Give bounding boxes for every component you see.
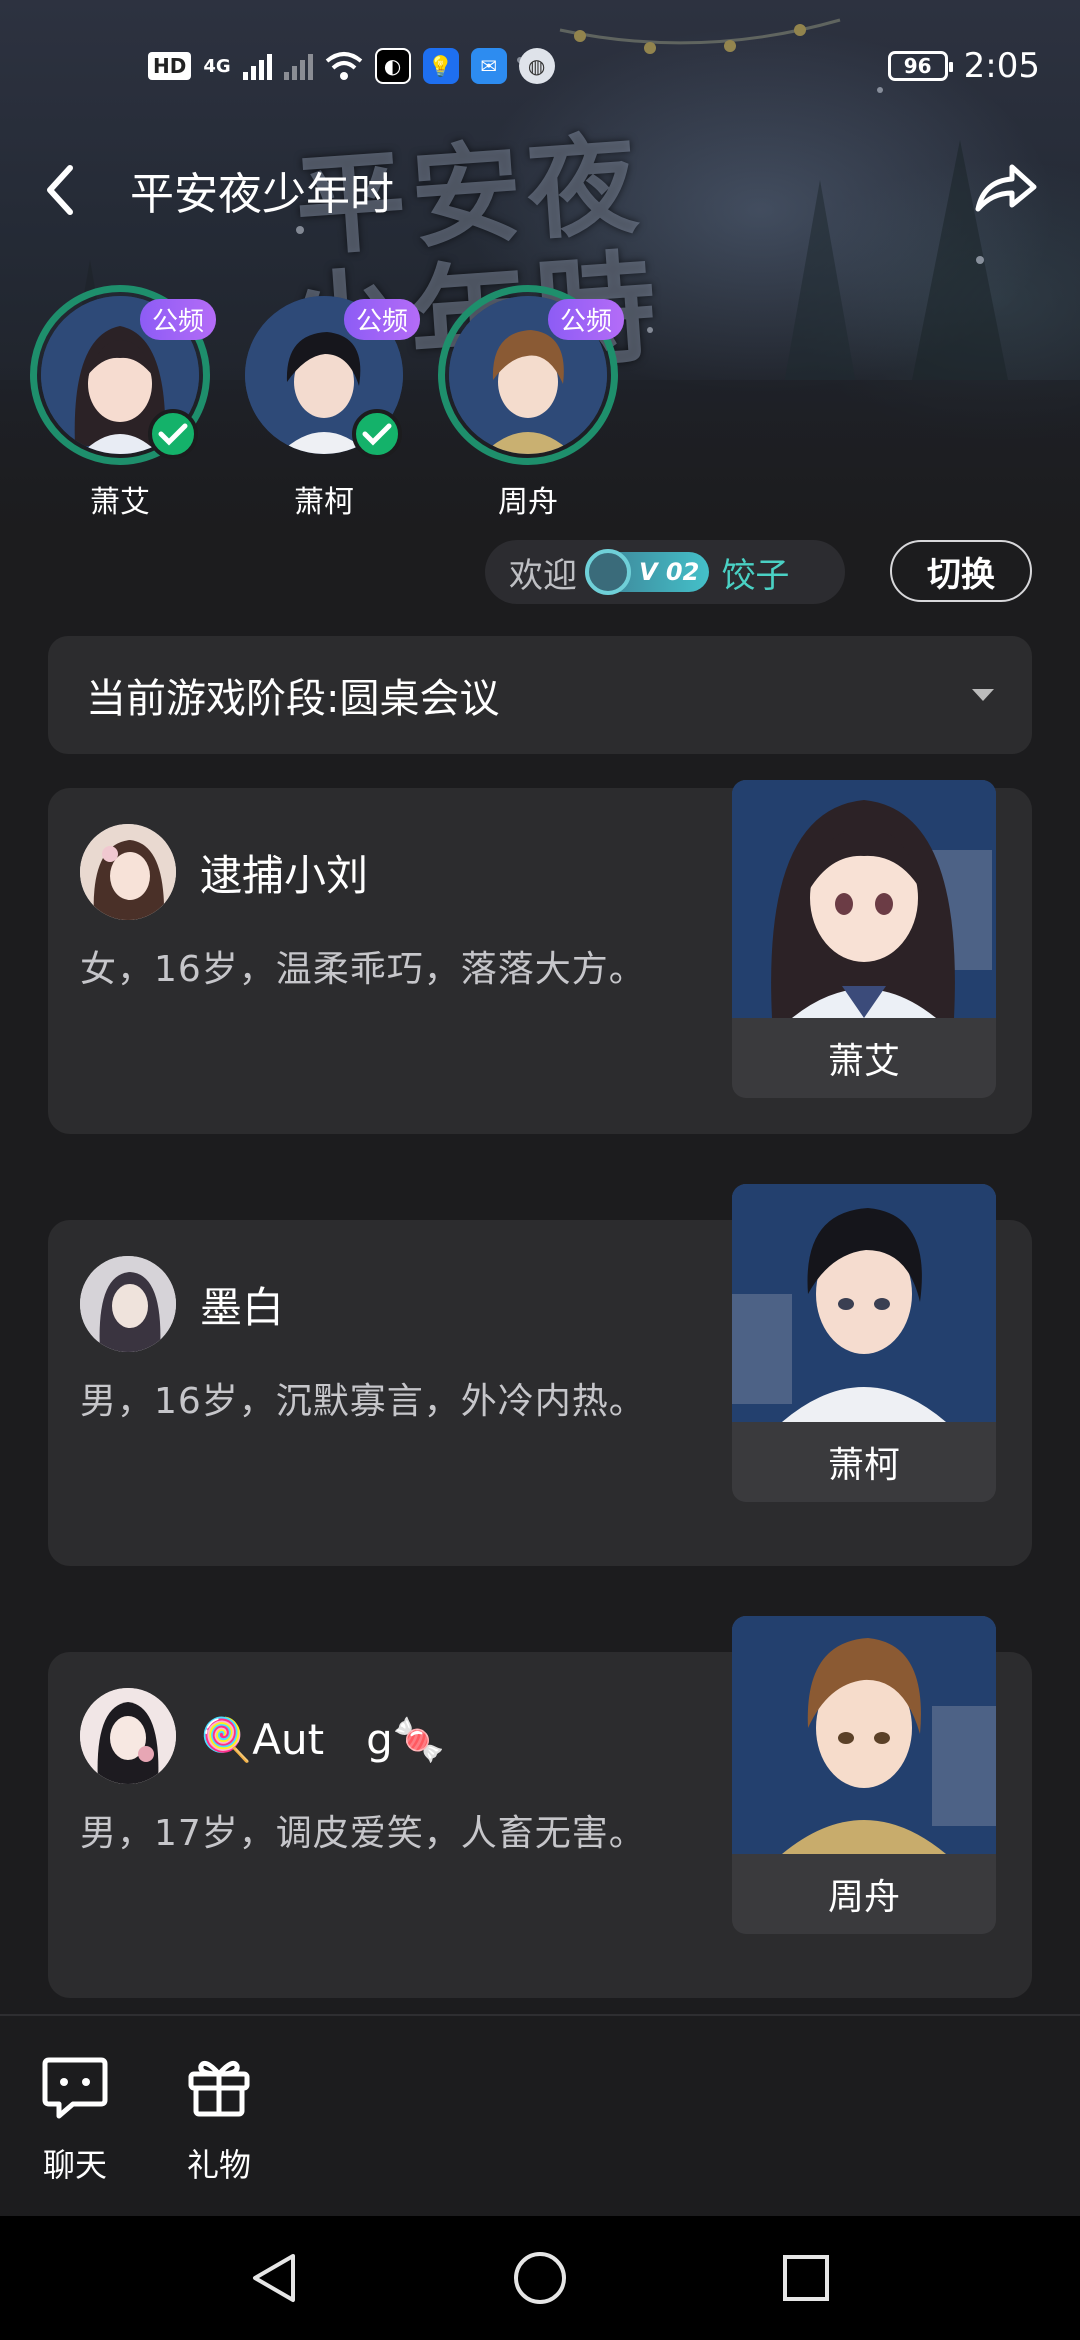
chat-icon bbox=[42, 2057, 108, 2119]
public-channel-tag: 公频 bbox=[139, 299, 216, 340]
system-nav-bar bbox=[0, 2216, 1080, 2340]
player-name: 🍭Aut g🍬 bbox=[200, 1714, 446, 1764]
player-avatar bbox=[80, 824, 176, 920]
mask-app-icon: ◐ bbox=[374, 48, 411, 84]
browser-app-icon: ◍ bbox=[518, 48, 555, 84]
status-bar: HD 4G ◐ 💡 ✉ ◍ 96 2:05 bbox=[0, 0, 1080, 132]
role-name: 萧艾 bbox=[827, 1041, 900, 1082]
player-name: 墨白 bbox=[200, 1282, 285, 1332]
voice-seat-list: 公频 萧艾 公频 萧柯 公频 周舟 bbox=[30, 285, 624, 521]
public-channel-tag: 公频 bbox=[343, 299, 420, 340]
vip-gear-icon bbox=[585, 549, 631, 595]
voice-seat[interactable]: 公频 萧艾 bbox=[30, 285, 216, 521]
role-image bbox=[732, 780, 996, 1018]
wifi-icon bbox=[325, 52, 362, 80]
battery-level: 96 bbox=[903, 54, 932, 78]
game-phase-label: 当前游戏阶段: bbox=[86, 676, 340, 722]
player-info: 🍭Aut g🍬 bbox=[80, 1688, 445, 1784]
role-image bbox=[732, 1616, 996, 1854]
title-bar: 平安夜少年时 bbox=[0, 140, 1080, 240]
back-icon[interactable] bbox=[40, 160, 100, 220]
vip-level: V 02 bbox=[639, 558, 700, 586]
gift-icon bbox=[188, 2060, 250, 2117]
share-icon[interactable] bbox=[970, 155, 1040, 225]
game-phase-dropdown[interactable]: 当前游戏阶段: 圆桌会议 bbox=[48, 636, 1032, 754]
nav-back-icon[interactable] bbox=[246, 2250, 302, 2306]
bulb-app-icon: 💡 bbox=[422, 48, 459, 84]
voice-seat[interactable]: 公频 萧柯 bbox=[234, 285, 420, 521]
role-description: 男，16岁，沉默寡言，外冷内热。 bbox=[80, 1381, 646, 1422]
welcome-banner: 欢迎 V 02 饺子 bbox=[485, 540, 845, 604]
role-portrait[interactable]: 周舟 bbox=[732, 1616, 996, 1934]
check-icon bbox=[352, 409, 402, 459]
player-name: 逮捕小刘 bbox=[200, 850, 369, 900]
seat-name: 萧艾 bbox=[90, 485, 150, 520]
check-icon bbox=[148, 409, 198, 459]
chat-button[interactable]: 聊天 bbox=[34, 2050, 116, 2186]
player-avatar bbox=[80, 1688, 176, 1784]
voice-seat[interactable]: 公频 周舟 bbox=[438, 285, 624, 521]
signal-2-icon bbox=[283, 52, 313, 80]
public-channel-tag: 公频 bbox=[547, 299, 624, 340]
message-app-icon: ✉ bbox=[470, 48, 507, 84]
hd-indicator: HD bbox=[148, 52, 192, 80]
role-name: 周舟 bbox=[827, 1877, 900, 1918]
nav-recents-icon[interactable] bbox=[778, 2250, 834, 2306]
welcome-username: 饺子 bbox=[721, 555, 790, 596]
player-info: 逮捕小刘 bbox=[80, 824, 368, 920]
chat-label: 聊天 bbox=[42, 2146, 107, 2184]
vip-badge: V 02 bbox=[585, 549, 710, 595]
divider bbox=[0, 2014, 1080, 2016]
game-phase-value: 圆桌会议 bbox=[339, 676, 500, 722]
role-description: 男，17岁，调皮爱笑，人畜无害。 bbox=[80, 1813, 646, 1854]
page-title: 平安夜少年时 bbox=[130, 169, 394, 220]
nav-home-icon[interactable] bbox=[512, 2250, 568, 2306]
player-avatar bbox=[80, 1256, 176, 1352]
switch-button[interactable]: 切换 bbox=[890, 540, 1032, 602]
role-name: 萧柯 bbox=[827, 1445, 900, 1486]
seat-name: 萧柯 bbox=[294, 485, 354, 520]
bottom-toolbar: 聊天 礼物 bbox=[34, 2050, 260, 2186]
chevron-down-icon bbox=[972, 689, 994, 701]
gift-label: 礼物 bbox=[186, 2146, 251, 2184]
gift-button[interactable]: 礼物 bbox=[178, 2050, 260, 2186]
player-info: 墨白 bbox=[80, 1256, 284, 1352]
seat-name: 周舟 bbox=[498, 485, 558, 520]
role-description: 女，16岁，温柔乖巧，落落大方。 bbox=[80, 949, 646, 990]
battery-icon: 96 bbox=[887, 51, 953, 81]
signal-icon bbox=[242, 52, 272, 80]
network-type: 4G bbox=[203, 55, 231, 77]
status-time: 2:05 bbox=[963, 46, 1040, 86]
role-portrait[interactable]: 萧柯 bbox=[732, 1184, 996, 1502]
welcome-label: 欢迎 bbox=[509, 555, 577, 596]
role-image bbox=[732, 1184, 996, 1422]
role-portrait[interactable]: 萧艾 bbox=[732, 780, 996, 1098]
